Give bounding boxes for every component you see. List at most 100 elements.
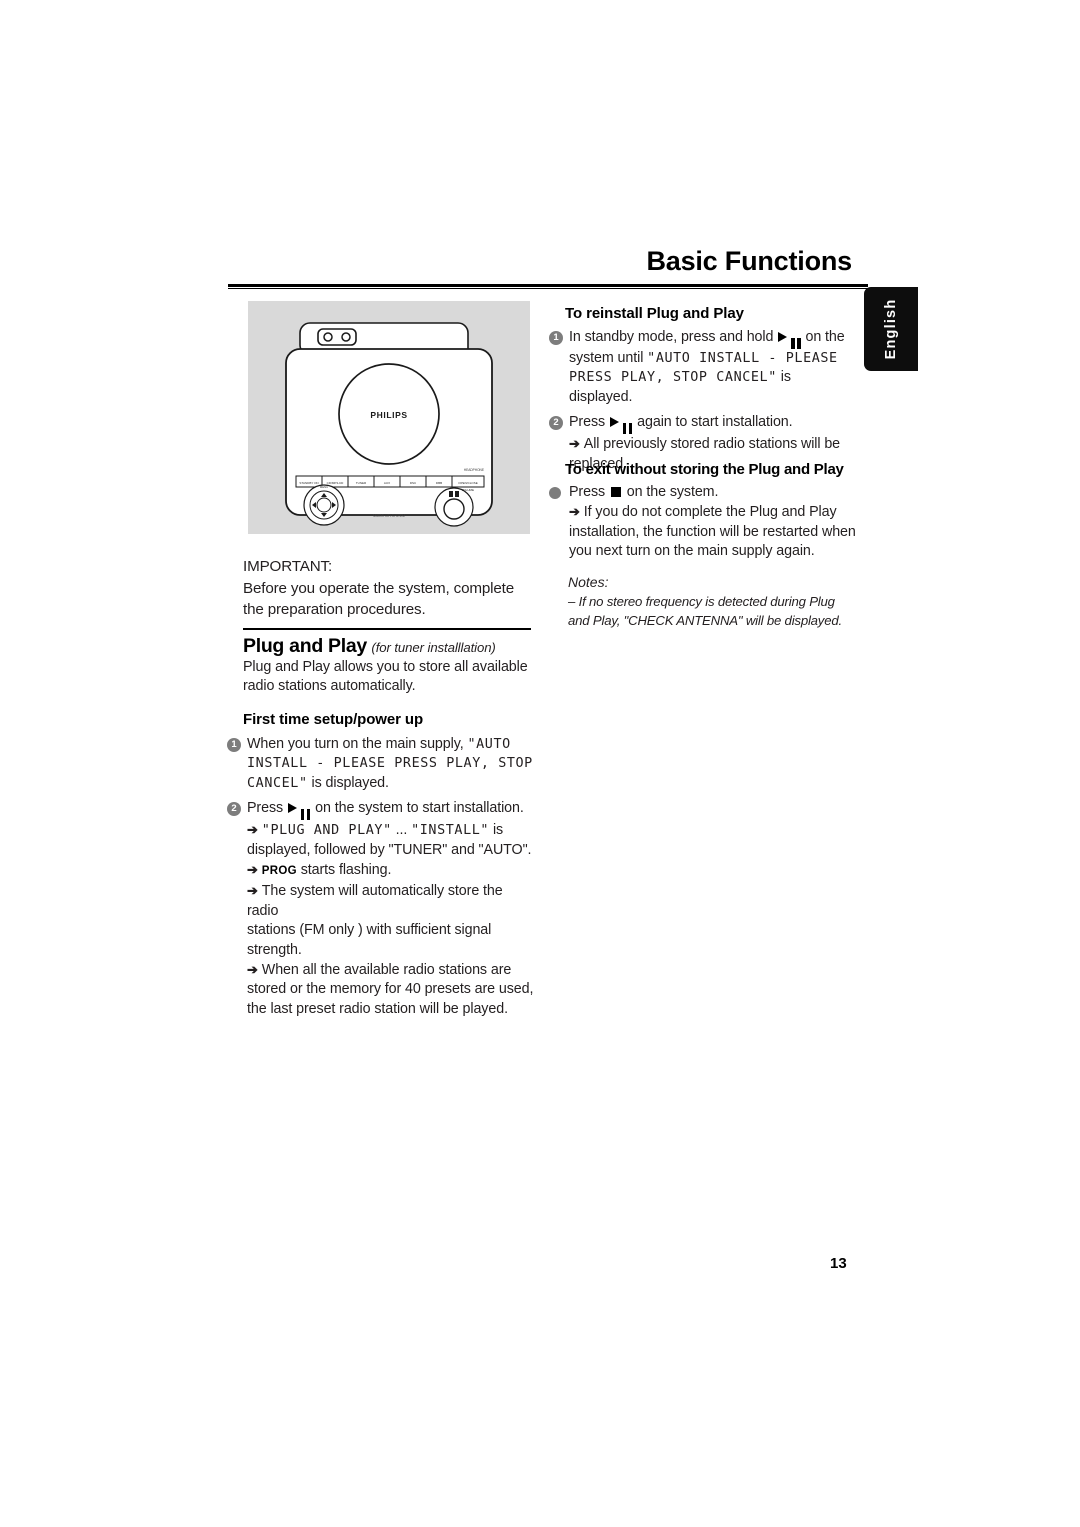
reinstall-steps: 1 In standby mode, press and hold on the…	[549, 328, 857, 480]
sub-1-mid: ...	[395, 822, 408, 839]
left-step-1: 1 When you turn on the main supply, "AUT…	[227, 735, 537, 793]
pause-icon	[791, 338, 801, 349]
navigation-knob: MENU	[303, 484, 345, 526]
first-time-setup-heading: First time setup/power up	[243, 711, 424, 728]
left-step-2-body: Press on the system to start installatio…	[247, 799, 537, 1019]
arrow-icon: ➔	[247, 883, 258, 899]
sub-2-tail: starts flashing.	[300, 862, 392, 879]
right-step-2-text-before: Press	[569, 414, 606, 431]
lcd-text-auto: "AUTO	[467, 737, 511, 752]
left-step-2-text-before: Press	[247, 800, 284, 817]
step-number-badge: 2	[549, 416, 563, 431]
hifi-system-drawing: PHILIPS HEADPHONE STANDBY ON CD/MP3-CD T…	[285, 322, 493, 527]
left-step-1-body: When you turn on the main supply, "AUTO …	[247, 735, 537, 793]
plug-and-play-title: Plug and Play	[243, 635, 367, 657]
sub-1-tail: is	[492, 822, 504, 839]
step-number-badge: 1	[549, 331, 563, 345]
arrow-icon: ➔	[247, 862, 258, 878]
left-step-1-text-before: When you turn on the main supply,	[247, 736, 464, 752]
lcd-text-cancel: CANCEL"	[247, 775, 308, 791]
right-step-2-sub-1: All previously stored radio stations wil…	[583, 436, 841, 453]
page-title: Basic Functions	[646, 246, 852, 276]
arrow-icon: ➔	[247, 822, 258, 838]
stop-icon	[610, 487, 621, 497]
lcd-text-install-2: "INSTALL"	[411, 823, 490, 839]
lcd-text-press-play: PRESS PLAY, STOP CANCEL"	[569, 370, 777, 386]
sub-4-line-3: the last preset radio station will be pl…	[247, 1000, 508, 1017]
pause-icon	[300, 809, 311, 821]
volume-knob: VOLUME	[434, 487, 474, 527]
important-line-1: Before you operate the system, complete	[243, 579, 515, 597]
reinstall-heading: To reinstall Plug and Play	[565, 305, 744, 322]
arrow-icon: ➔	[569, 504, 580, 520]
philips-logo: PHILIPS	[370, 410, 407, 420]
right-step-1-text-before: In standby mode, press and hold	[569, 329, 774, 345]
headphone-caption: HEADPHONE	[464, 468, 484, 472]
play-icon	[609, 417, 619, 428]
svg-text:VOLUME: VOLUME	[461, 488, 474, 492]
lcd-text-auto-install: "AUTO INSTALL - PLEASE	[647, 351, 838, 366]
arrow-icon: ➔	[247, 962, 258, 978]
right-step-2-text-after: again to start installation.	[637, 414, 793, 431]
important-line-2: the preparation procedures.	[243, 601, 426, 618]
notes-line-1: – If no stereo frequency is detected dur…	[568, 592, 858, 611]
sub-4-line-1: When all the available radio stations ar…	[261, 962, 512, 979]
play-icon	[287, 803, 297, 814]
language-tab: English	[864, 287, 918, 371]
header-rule-thin	[228, 288, 868, 289]
play-icon	[778, 332, 788, 342]
plug-and-play-intro: Plug and Play allows you to store all av…	[243, 658, 535, 697]
notes-heading: Notes:	[568, 574, 609, 590]
exit-sub-1: If you do not complete the Plug and Play	[583, 504, 837, 521]
important-label: IMPORTANT:	[243, 558, 333, 575]
page-number: 13	[830, 1255, 847, 1272]
svg-text:OPEN/CLOSE: OPEN/CLOSE	[458, 481, 478, 485]
arrow-icon: ➔	[569, 436, 580, 452]
left-step-2-text-after: on the system to start installation.	[315, 800, 524, 817]
lcd-text-plug-and-play: "PLUG AND PLAY"	[261, 823, 392, 839]
exit-steps: Press on the system. ➔ If you do not comp…	[549, 483, 857, 568]
exit-step-text-before: Press	[569, 484, 606, 500]
sub-3-line-1: The system will automatically store the …	[247, 883, 503, 919]
svg-text:MENU: MENU	[320, 485, 328, 489]
important-notice: IMPORTANT: Before you operate the system…	[243, 556, 535, 621]
notes-text-1: If no stereo frequency is detected durin…	[578, 594, 835, 609]
exit-sub-2: installation, the function will be resta…	[569, 523, 856, 540]
left-step-1-text-after: is displayed.	[311, 774, 389, 791]
product-illustration: PHILIPS HEADPHONE STANDBY ON CD/MP3-CD T…	[248, 301, 530, 534]
intro-line-1: Plug and Play allows you to store all av…	[243, 659, 528, 675]
step-number-badge: 1	[227, 738, 241, 752]
model-caption: MICRO HIFI SYSTEM	[373, 514, 405, 518]
exit-step: Press on the system. ➔ If you do not comp…	[549, 483, 857, 562]
svg-text:CD/MP3-CD: CD/MP3-CD	[327, 481, 345, 485]
pause-icon	[622, 423, 633, 435]
sub-3-line-2: stations (FM only ) with sufficient sign…	[247, 922, 492, 958]
exit-step-text-after: on the system.	[626, 484, 719, 500]
notes-block: Notes: – If no stereo frequency is detec…	[568, 573, 858, 630]
plug-and-play-subtitle: (for tuner installlation)	[371, 640, 496, 655]
connector-hole-right	[341, 332, 351, 342]
lcd-text-install: INSTALL - PLEASE PRESS PLAY, STOP	[247, 756, 533, 772]
notes-dash: –	[568, 594, 576, 609]
left-step-2: 2 Press on the system to start installat…	[227, 799, 537, 1019]
intro-line-2: radio stations automatically.	[243, 678, 416, 695]
right-step-1-body: In standby mode, press and hold on the s…	[569, 328, 857, 407]
svg-text:AUX: AUX	[384, 481, 390, 485]
right-step-1: 1 In standby mode, press and hold on the…	[549, 328, 857, 407]
bullet-dot-icon	[549, 487, 561, 499]
exit-step-body: Press on the system. ➔ If you do not comp…	[569, 483, 857, 562]
manual-page: Basic Functions English PHILIPS HEADPHON…	[0, 0, 1080, 1527]
exit-heading: To exit without storing the Plug and Pla…	[565, 461, 844, 478]
header-divider	[228, 284, 868, 289]
section-divider	[243, 628, 531, 630]
notes-line-2: and Play, "CHECK ANTENNA" will be displa…	[568, 613, 842, 628]
prog-indicator-label: PROG	[261, 865, 297, 878]
right-step-1-text-after: on the	[805, 329, 845, 345]
svg-text:DBB: DBB	[436, 481, 442, 485]
svg-text:DSC: DSC	[410, 481, 417, 485]
svg-text:TUNER: TUNER	[356, 481, 367, 485]
sub-4-line-2: stored or the memory for 40 presets are …	[247, 981, 534, 998]
sub-1-line-2: displayed, followed by "TUNER" and "AUTO…	[247, 841, 532, 858]
step-number-badge: 2	[227, 802, 241, 817]
header-rule-thick	[228, 284, 868, 287]
